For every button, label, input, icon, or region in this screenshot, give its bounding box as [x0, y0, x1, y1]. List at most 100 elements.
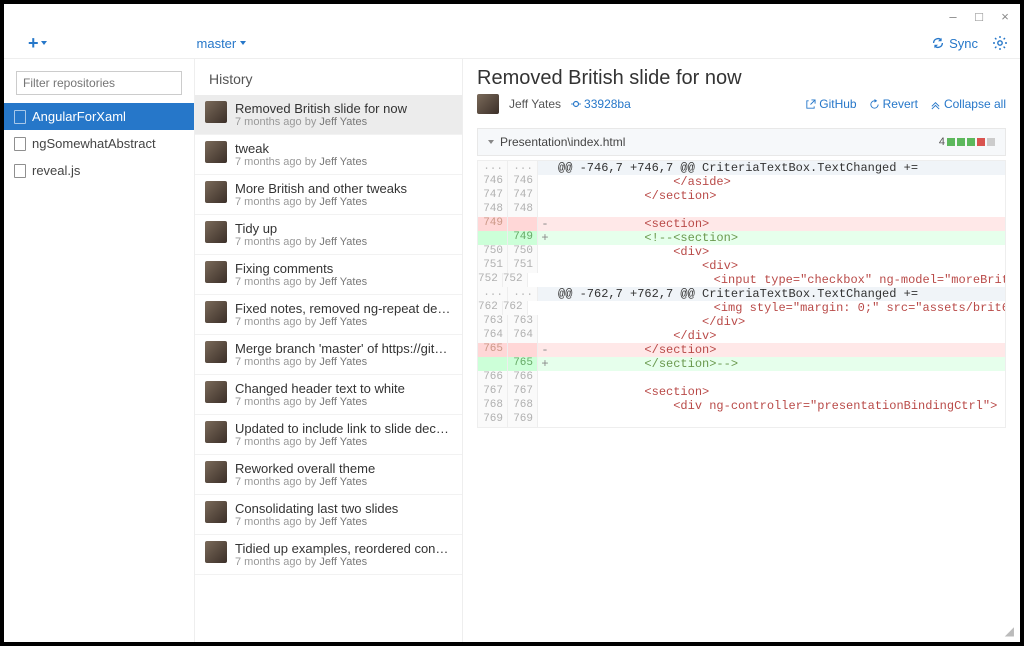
file-path: Presentation\index.html	[500, 135, 625, 149]
collapse-icon	[930, 99, 941, 110]
diff-line: 768768 <div ng-controller="presentationB…	[478, 399, 1005, 413]
commit-message: Updated to include link to slide deck on…	[235, 421, 452, 436]
commit-message: Merge branch 'master' of https://github.…	[235, 341, 452, 356]
resize-grip[interactable]: ◢	[1005, 624, 1014, 638]
diff-line: 752752 <input type="checkbox" ng-model="…	[478, 273, 1005, 287]
commit-meta: 7 months ago by Jeff Yates	[235, 276, 367, 288]
commit-message: Changed header text to white	[235, 381, 405, 396]
diff-line: ...... @@ -746,7 +746,7 @@ CriteriaTextB…	[478, 161, 1005, 175]
avatar	[205, 421, 227, 443]
avatar	[205, 461, 227, 483]
caret-down-icon	[41, 41, 47, 45]
diff-line: ...... @@ -762,7 +762,7 @@ CriteriaTextB…	[478, 287, 1005, 301]
commit-item[interactable]: Removed British slide for now7 months ag…	[195, 95, 462, 135]
commit-item[interactable]: Fixed notes, removed ng-repeat demo7 mon…	[195, 295, 462, 335]
sync-label: Sync	[949, 36, 978, 51]
commit-item[interactable]: tweak7 months ago by Jeff Yates	[195, 135, 462, 175]
filter-repositories-input[interactable]	[16, 71, 182, 95]
commit-hash-link[interactable]: 33928ba	[571, 97, 631, 111]
diff-line: 765+ </section>-->	[478, 357, 1005, 371]
diffstat: 4	[939, 136, 995, 148]
commit-message: tweak	[235, 141, 367, 156]
commit-title: Removed British slide for now	[477, 67, 1006, 90]
diff-line: 763763 </div>	[478, 315, 1005, 329]
diff-line: 748748	[478, 203, 1005, 217]
plus-icon: +	[28, 33, 39, 54]
commit-item[interactable]: Consolidating last two slides7 months ag…	[195, 495, 462, 535]
diff-line: 749+ <!--<section>	[478, 231, 1005, 245]
commit-item[interactable]: Tidy up7 months ago by Jeff Yates	[195, 215, 462, 255]
external-link-icon	[805, 99, 816, 110]
avatar	[205, 501, 227, 523]
commit-item[interactable]: Updated to include link to slide deck on…	[195, 415, 462, 455]
commit-item[interactable]: Fixing comments7 months ago by Jeff Yate…	[195, 255, 462, 295]
avatar	[205, 221, 227, 243]
commit-message: Tidied up examples, reordered content, e…	[235, 541, 452, 556]
collapse-all-button[interactable]: Collapse all	[930, 97, 1006, 111]
commit-meta: 7 months ago by Jeff Yates	[235, 356, 452, 368]
diff-line: 765- </section>	[478, 343, 1005, 357]
sync-button[interactable]: Sync	[931, 36, 978, 51]
diff-line: 769769	[478, 413, 1005, 427]
commit-meta: 7 months ago by Jeff Yates	[235, 236, 367, 248]
commit-meta: 7 months ago by Jeff Yates	[235, 396, 405, 408]
commit-meta: 7 months ago by Jeff Yates	[235, 196, 407, 208]
revert-button[interactable]: Revert	[869, 97, 918, 111]
avatar	[205, 261, 227, 283]
window-close-button[interactable]: ×	[998, 9, 1012, 23]
commit-meta: 7 months ago by Jeff Yates	[235, 116, 407, 128]
commit-meta: 7 months ago by Jeff Yates	[235, 156, 367, 168]
repo-item[interactable]: reveal.js	[4, 157, 194, 184]
diff-line: 751751 <div>	[478, 259, 1005, 273]
commit-meta: 7 months ago by Jeff Yates	[235, 516, 398, 528]
commit-message: Consolidating last two slides	[235, 501, 398, 516]
branch-name: master	[197, 36, 237, 51]
avatar	[205, 381, 227, 403]
caret-down-icon	[240, 41, 246, 45]
repo-item[interactable]: AngularForXaml	[4, 103, 194, 130]
diff-line: 762762 <img style="margin: 0;" src="asse…	[478, 301, 1005, 315]
window-maximize-button[interactable]: □	[972, 9, 986, 23]
commit-message: Removed British slide for now	[235, 101, 407, 116]
open-github-link[interactable]: GitHub	[805, 97, 856, 111]
chevron-down-icon	[488, 140, 494, 144]
commit-meta: 7 months ago by Jeff Yates	[235, 476, 375, 488]
avatar	[205, 181, 227, 203]
commit-item[interactable]: Merge branch 'master' of https://github.…	[195, 335, 462, 375]
diff-view[interactable]: ...... @@ -746,7 +746,7 @@ CriteriaTextB…	[477, 160, 1006, 428]
diff-line: 750750 <div>	[478, 245, 1005, 259]
diff-line: 767767 <section>	[478, 385, 1005, 399]
commit-item[interactable]: More British and other tweaks7 months ag…	[195, 175, 462, 215]
commit-message: Tidy up	[235, 221, 367, 236]
avatar	[477, 94, 499, 114]
gear-icon	[992, 35, 1008, 51]
commit-meta: 7 months ago by Jeff Yates	[235, 436, 452, 448]
commit-hash: 33928ba	[584, 97, 631, 111]
commit-message: Fixed notes, removed ng-repeat demo	[235, 301, 452, 316]
diff-line: 766766	[478, 371, 1005, 385]
revert-icon	[869, 99, 880, 110]
commit-item[interactable]: Reworked overall theme7 months ago by Je…	[195, 455, 462, 495]
commit-message: More British and other tweaks	[235, 181, 407, 196]
branch-selector[interactable]: master	[197, 36, 247, 51]
commit-meta: 7 months ago by Jeff Yates	[235, 316, 452, 328]
avatar	[205, 541, 227, 563]
diff-line: 747747 </section>	[478, 189, 1005, 203]
settings-button[interactable]	[992, 35, 1008, 51]
avatar	[205, 141, 227, 163]
add-repo-button[interactable]: +	[28, 33, 47, 54]
repo-item[interactable]: ngSomewhatAbstract	[4, 130, 194, 157]
commit-item[interactable]: Changed header text to white7 months ago…	[195, 375, 462, 415]
commit-message: Reworked overall theme	[235, 461, 375, 476]
commit-message: Fixing comments	[235, 261, 367, 276]
avatar	[205, 301, 227, 323]
diff-line: 749- <section>	[478, 217, 1005, 231]
commit-meta: 7 months ago by Jeff Yates	[235, 556, 452, 568]
avatar	[205, 341, 227, 363]
commit-author: Jeff Yates	[509, 97, 561, 111]
commit-icon	[571, 99, 581, 109]
history-title: History	[195, 59, 462, 95]
file-header[interactable]: Presentation\index.html 4	[477, 128, 1006, 156]
commit-item[interactable]: Tidied up examples, reordered content, e…	[195, 535, 462, 575]
window-minimize-button[interactable]: –	[946, 9, 960, 23]
